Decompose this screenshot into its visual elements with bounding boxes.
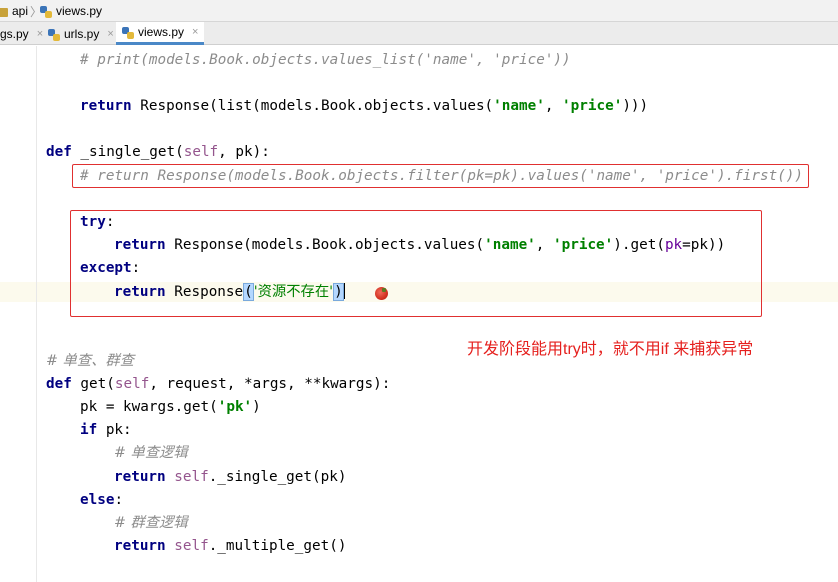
text-caret [343, 283, 345, 299]
folder-icon [0, 7, 8, 17]
code-line[interactable]: return Response(models.Book.objects.valu… [114, 236, 725, 254]
editor-tab-bar: gs.py × urls.py × views.py × [0, 22, 838, 45]
breadcrumb-folder-label: api [12, 4, 29, 18]
code-line[interactable]: else: [80, 491, 123, 509]
tab-label: views.py [138, 25, 185, 39]
code-line[interactable]: return Response(list(models.Book.objects… [80, 97, 648, 115]
matched-bracket: ) [333, 283, 344, 301]
code-line[interactable]: # 单查逻辑 [114, 444, 188, 462]
python-file-icon [122, 27, 134, 39]
gutter-divider [36, 46, 37, 582]
close-icon[interactable]: × [107, 28, 113, 40]
code-line[interactable]: def _single_get(self, pk): [46, 143, 270, 161]
python-file-icon [40, 6, 52, 18]
tab-views-py[interactable]: views.py × [116, 22, 205, 45]
matched-bracket: ( [243, 283, 254, 301]
code-line[interactable]: if pk: [80, 421, 132, 439]
close-icon[interactable]: × [192, 26, 198, 38]
python-file-icon [48, 28, 60, 41]
code-line[interactable]: def get(self, request, *args, **kwargs): [46, 375, 390, 393]
code-editor[interactable]: # print(models.Book.objects.values_list(… [0, 46, 838, 582]
code-line[interactable]: # print(models.Book.objects.values_list(… [80, 51, 571, 69]
code-line[interactable]: # return Response(models.Book.objects.fi… [80, 167, 803, 185]
annotation-note: 开发阶段能用try时，就不用if 来捕获异常 [467, 341, 754, 358]
code-line[interactable]: return self._single_get(pk) [114, 468, 346, 486]
tab-label: urls.py [64, 26, 100, 41]
breakpoint-icon[interactable] [375, 287, 388, 300]
breadcrumb: api 〉 views.py [0, 0, 838, 22]
code-line[interactable]: try: [80, 213, 114, 231]
tab-label: gs.py [0, 26, 29, 41]
code-line[interactable]: return self._multiple_get() [114, 537, 346, 555]
code-line[interactable]: # 单查、群查 [46, 352, 134, 370]
code-line[interactable]: except: [80, 259, 140, 277]
breadcrumb-file-label: views.py [56, 4, 103, 18]
code-line[interactable]: pk = kwargs.get('pk') [80, 398, 261, 416]
code-line[interactable]: # 群查逻辑 [114, 514, 188, 532]
code-line[interactable]: return Response('资源不存在') [114, 283, 345, 301]
tab-urls-py[interactable]: urls.py × [42, 22, 120, 45]
breadcrumb-folder[interactable]: api [0, 4, 28, 18]
breadcrumb-file[interactable]: views.py [40, 4, 102, 18]
